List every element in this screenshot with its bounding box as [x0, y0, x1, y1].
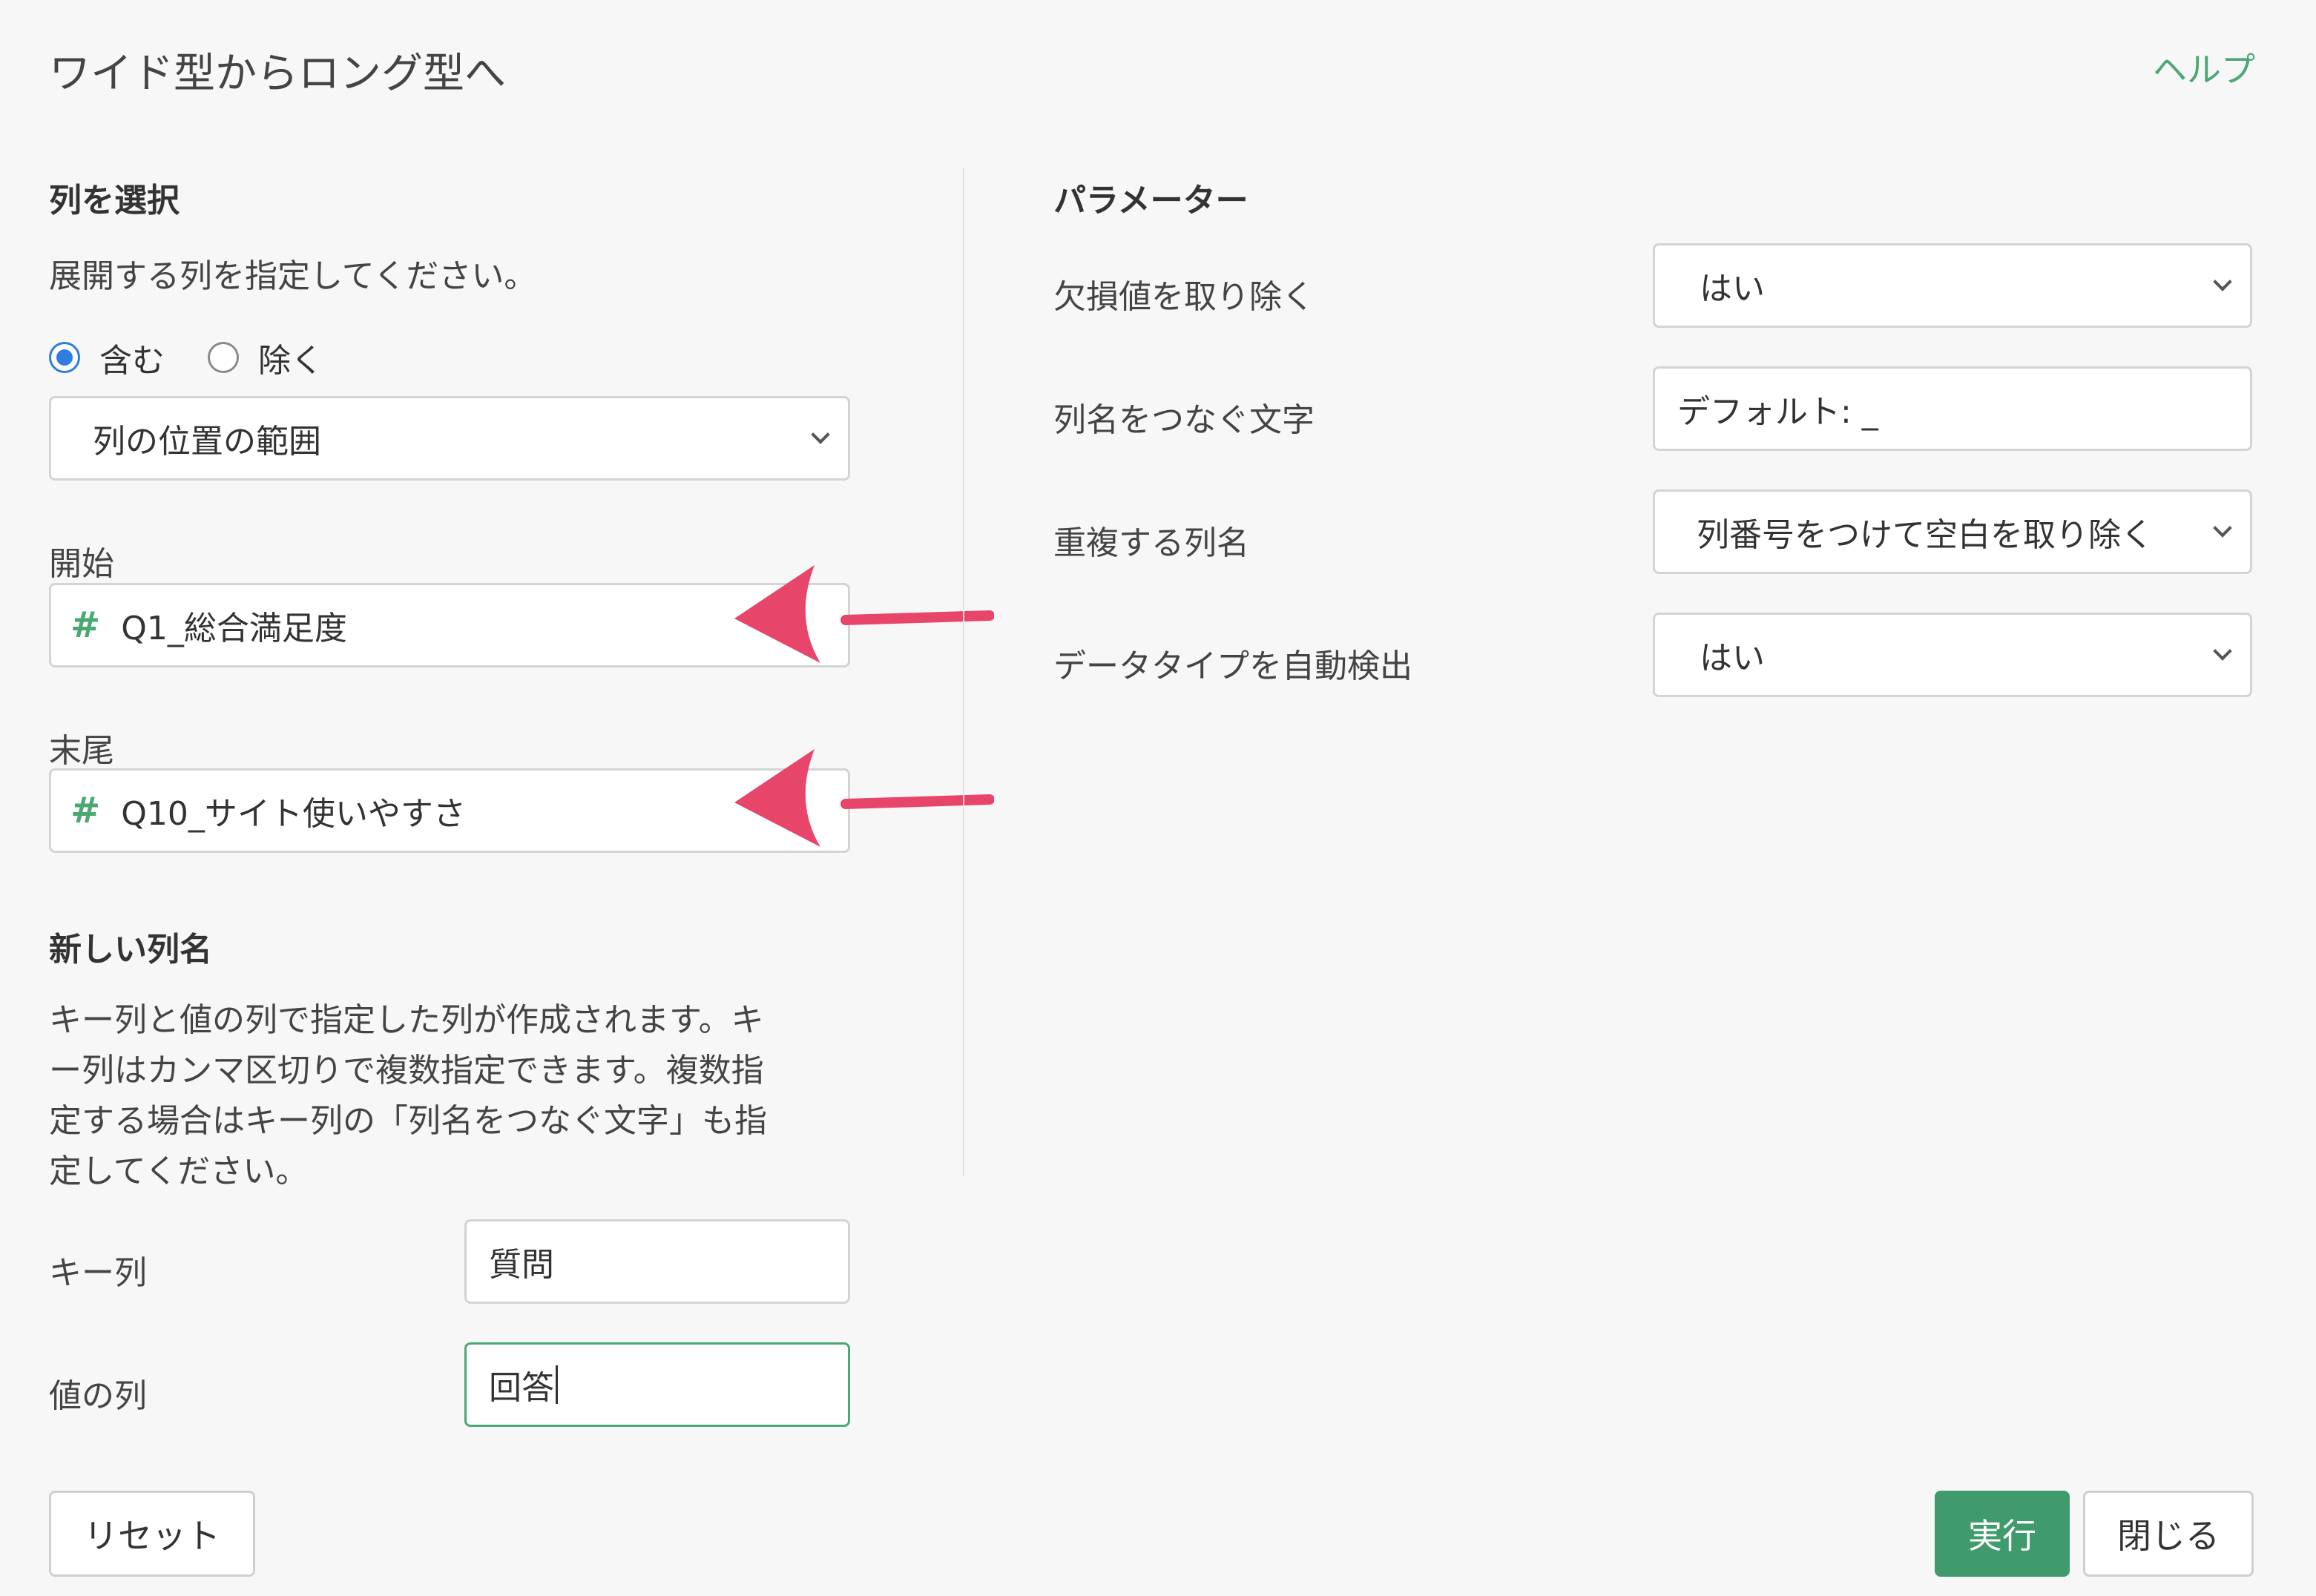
- exclude-radio[interactable]: [208, 342, 239, 373]
- parameters-heading: パラメーター: [1053, 182, 1249, 220]
- start-label: 開始: [49, 545, 114, 583]
- column-select-description: 展開する列を指定してください。: [49, 257, 537, 295]
- run-button[interactable]: 実行: [1935, 1491, 2070, 1577]
- value-column-input[interactable]: 回答: [464, 1342, 850, 1427]
- exclude-radio-label[interactable]: 除く: [258, 334, 323, 381]
- key-column-value: 質問: [489, 1246, 554, 1284]
- start-column-value: Q1_総合満足度: [121, 610, 347, 647]
- duplicate-names-value: 列番号をつけて空白を取り除く: [1697, 516, 2154, 554]
- chevron-down-icon: [811, 425, 830, 444]
- duplicate-names-select[interactable]: 列番号をつけて空白を取り除く: [1653, 489, 2252, 574]
- reset-button[interactable]: リセット: [49, 1491, 255, 1577]
- new-columns-heading: 新しい列名: [49, 931, 212, 969]
- new-columns-description: キー列と値の列で指定した列が作成されます。キ ー列はカンマ区切りで複数指定できま…: [49, 995, 850, 1197]
- value-column-label: 値の列: [49, 1377, 147, 1415]
- annotation-arrow-start: [734, 565, 994, 663]
- help-link[interactable]: ヘルプ: [2153, 43, 2255, 92]
- column-divider: [963, 168, 964, 1176]
- duplicate-names-label: 重複する列名: [1053, 524, 1249, 562]
- key-column-input[interactable]: 質問: [464, 1219, 850, 1304]
- number-hash-icon: #: [70, 604, 101, 646]
- end-label: 末尾: [49, 732, 114, 770]
- dialog-title: ワイド型からロング型へ: [49, 50, 506, 98]
- separator-input[interactable]: デフォルト: _: [1653, 366, 2252, 451]
- include-exclude-radio-group: 含む 除く: [49, 335, 366, 380]
- selection-type-value: 列の位置の範囲: [93, 423, 321, 461]
- description-line: キー列と値の列で指定した列が作成されます。キ: [49, 1001, 764, 1039]
- selection-type-select[interactable]: 列の位置の範囲: [49, 396, 850, 481]
- remove-na-label: 欠損値を取り除く: [1053, 278, 1315, 316]
- close-button[interactable]: 閉じる: [2083, 1491, 2254, 1577]
- remove-na-value: はい: [1700, 270, 1765, 308]
- number-hash-icon: #: [70, 790, 101, 831]
- include-radio-label[interactable]: 含む: [99, 334, 165, 381]
- start-column-select[interactable]: # Q1_総合満足度: [49, 583, 850, 667]
- remove-na-select[interactable]: はい: [1653, 243, 2252, 328]
- separator-label: 列名をつなぐ文字: [1053, 401, 1315, 439]
- description-line: 定してください。: [49, 1153, 309, 1190]
- end-column-select[interactable]: # Q10_サイト使いやすさ: [49, 768, 850, 853]
- value-column-value: 回答: [489, 1369, 554, 1407]
- text-caret: [556, 1365, 558, 1404]
- detect-type-select[interactable]: はい: [1653, 613, 2252, 697]
- detect-type-value: はい: [1700, 639, 1765, 677]
- chevron-down-icon: [2213, 272, 2232, 291]
- key-column-label: キー列: [49, 1254, 147, 1292]
- annotation-arrow-end: [734, 749, 994, 847]
- end-column-value: Q10_サイト使いやすさ: [121, 795, 466, 833]
- include-radio[interactable]: [49, 342, 80, 373]
- chevron-down-icon: [2213, 642, 2232, 661]
- detect-type-label: データタイプを自動検出: [1053, 647, 1412, 685]
- description-line: 定する場合はキー列の「列名をつなぐ文字」も指: [49, 1102, 767, 1140]
- description-line: ー列はカンマ区切りで複数指定できます。複数指: [49, 1052, 764, 1089]
- chevron-down-icon: [2213, 518, 2232, 538]
- separator-placeholder: デフォルト: _: [1677, 393, 1878, 431]
- column-select-heading: 列を選択: [49, 182, 180, 220]
